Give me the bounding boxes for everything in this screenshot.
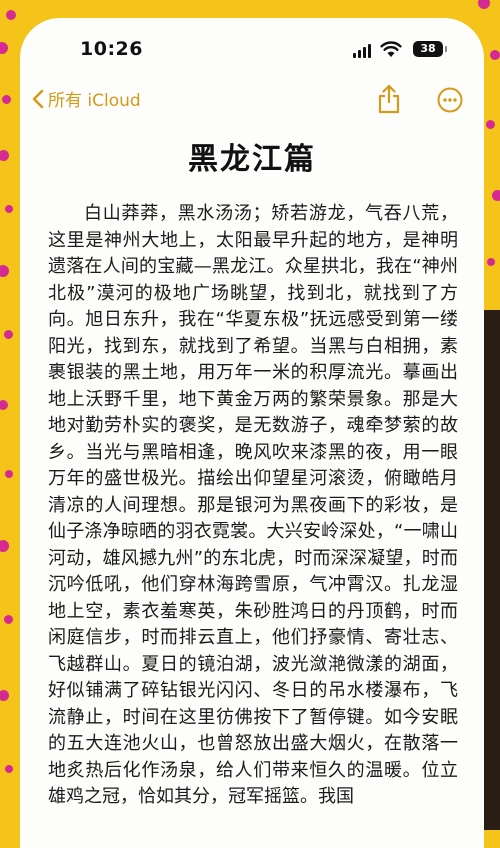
- background-dot: [490, 50, 500, 60]
- background-photo-edge: [482, 310, 500, 830]
- battery-tip: [445, 46, 447, 52]
- background-dot: [0, 42, 8, 54]
- background-dot: [0, 265, 9, 277]
- note-body[interactable]: 白山莽莽，黑水汤汤；矫若游龙，气吞八荒，这里是神州大地上，太阳最早升起的地方，是…: [48, 201, 458, 811]
- phone-screen: 10:26 38 所有 iCloud 黑龙江篇 白山莽莽，黑水汤汤；矫若游龙，气…: [20, 18, 484, 848]
- background-dot: [0, 540, 9, 552]
- status-bar: 10:26 38: [20, 18, 484, 78]
- background-dot: [487, 258, 495, 266]
- background-dot: [2, 95, 11, 104]
- background-dot: [492, 190, 500, 201]
- background-dot: [6, 10, 16, 20]
- chevron-left-icon: [32, 89, 44, 108]
- background-dot: [5, 205, 13, 213]
- battery-indicator: 38: [413, 41, 443, 57]
- more-options-icon[interactable]: [437, 87, 463, 113]
- background-dot: [4, 615, 13, 624]
- cellular-signal-icon: [353, 44, 371, 58]
- share-icon[interactable]: [377, 84, 401, 114]
- background-dot: [5, 470, 13, 478]
- background-dot: [4, 330, 13, 339]
- note-nav-bar: 所有 iCloud: [20, 84, 484, 120]
- wifi-icon: [380, 41, 402, 57]
- status-time: 10:26: [80, 38, 143, 60]
- note-title: 黑龙江篇: [188, 142, 316, 177]
- background-dot: [0, 150, 9, 161]
- background-dot: [5, 765, 13, 773]
- background-dot: [486, 120, 495, 129]
- background-dot: [0, 690, 9, 701]
- background-dot: [0, 400, 8, 410]
- back-button-label: 所有 iCloud: [48, 91, 141, 111]
- back-button[interactable]: 所有 iCloud: [32, 86, 141, 111]
- background-dot: [478, 0, 490, 9]
